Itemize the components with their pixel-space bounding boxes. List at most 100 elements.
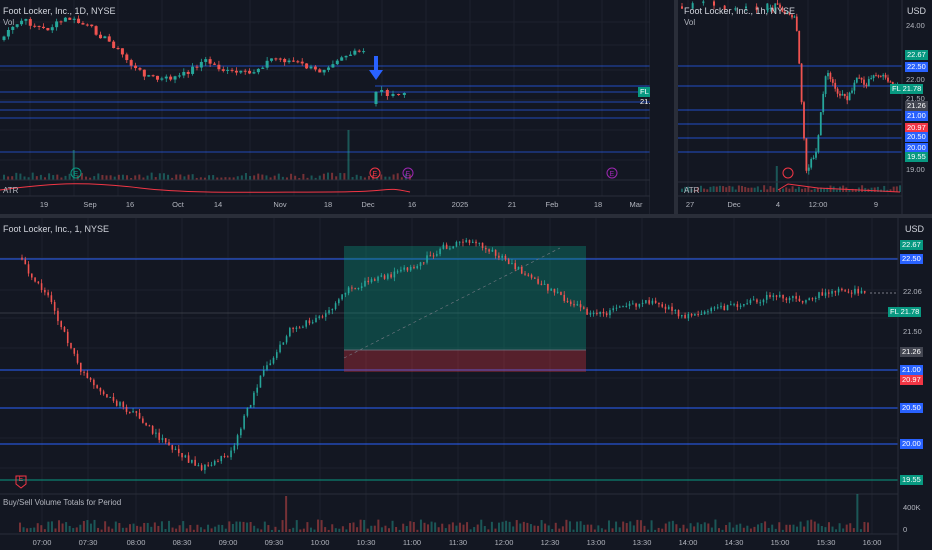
candle-body xyxy=(396,271,399,273)
volume-bar xyxy=(33,527,36,532)
volume-bar xyxy=(682,524,685,532)
candle-body xyxy=(226,456,229,458)
candle-body xyxy=(733,304,735,306)
candle-body xyxy=(560,291,562,295)
volume-bar xyxy=(522,521,525,532)
candle-body xyxy=(186,71,190,74)
candle-body xyxy=(99,387,102,392)
candle-body xyxy=(723,305,726,311)
candle-body xyxy=(449,248,451,250)
volume-bar xyxy=(238,521,241,532)
volume-bar xyxy=(817,523,820,532)
volume-bar xyxy=(359,519,362,532)
volume-bar xyxy=(273,175,276,180)
daily-chart-canvas[interactable]: EEEE xyxy=(0,0,650,214)
candle-body xyxy=(199,61,203,68)
candle-body xyxy=(208,59,212,64)
volume-bar xyxy=(277,173,280,180)
candle-body xyxy=(628,303,631,307)
volume-bar xyxy=(179,174,182,180)
volume-bar xyxy=(441,523,444,532)
volume-bar xyxy=(31,172,34,180)
candle-body xyxy=(860,290,863,294)
candle-body xyxy=(793,16,796,18)
symbol-price: 21.83 xyxy=(640,97,650,106)
candle-body xyxy=(814,297,817,299)
volume-bar xyxy=(93,519,96,532)
volume-bar xyxy=(310,175,313,180)
candle-body xyxy=(690,314,693,316)
candle-body xyxy=(828,292,830,294)
candle-body xyxy=(478,242,481,244)
intraday-chart-pane[interactable]: Foot Locker, Inc., 1, NYSE Buy/Sell Volu… xyxy=(0,218,932,550)
volume-bar xyxy=(764,521,767,532)
candle-body xyxy=(710,307,713,312)
candle-body xyxy=(204,464,206,471)
candle-body xyxy=(863,290,866,293)
candle-body xyxy=(841,94,844,96)
intraday-currency[interactable]: USD xyxy=(905,224,924,234)
symbol-price: 21.78 xyxy=(900,307,920,316)
volume-bar xyxy=(125,527,128,532)
volume-bar xyxy=(741,185,744,192)
candle-body xyxy=(181,452,183,458)
candle-body xyxy=(253,392,255,405)
volume-bar xyxy=(788,188,791,192)
intraday-chart-canvas[interactable] xyxy=(0,218,932,550)
volume-bar xyxy=(526,522,529,532)
candle-body xyxy=(220,455,223,462)
symbol-price: 21.78 xyxy=(902,84,922,93)
volume-bar xyxy=(792,524,795,532)
symbol: FL xyxy=(892,84,901,93)
volume-bar xyxy=(835,529,838,532)
volume-bar xyxy=(863,521,866,532)
candle-body xyxy=(815,151,817,158)
hourly-price-tag: 21.26 xyxy=(905,101,928,111)
volume-bar xyxy=(274,526,277,532)
candle-body xyxy=(870,78,873,80)
hourly-chart-pane[interactable]: Foot Locker, Inc., 1h, NYSE Vol ATR USD … xyxy=(678,0,932,214)
volume-bar xyxy=(388,528,391,532)
volume-bar xyxy=(345,529,348,532)
volume-bar xyxy=(97,527,100,532)
candle-body xyxy=(173,76,177,80)
volume-bar xyxy=(747,187,750,192)
candle-body xyxy=(76,353,79,363)
intraday-time-label: 10:30 xyxy=(356,538,376,547)
candle-body xyxy=(854,288,856,294)
volume-bar xyxy=(842,528,845,532)
candle-body xyxy=(164,438,167,443)
candle-body xyxy=(60,321,62,328)
candle-body xyxy=(116,48,120,50)
daily-chart-pane[interactable]: E E E E Foot Locker, Inc., 1D, NYSE Vol ATR… xyxy=(0,0,650,214)
volume-bar xyxy=(157,525,160,532)
hourly-currency[interactable]: USD xyxy=(907,6,926,16)
volume-bar xyxy=(104,521,107,532)
hourly-price-tag: 21.00 xyxy=(905,111,928,121)
candle-body xyxy=(831,79,834,83)
volume-bar xyxy=(611,528,614,532)
hourly-chart-canvas[interactable] xyxy=(678,0,932,214)
candle-body xyxy=(66,331,69,344)
candle-body xyxy=(839,93,841,96)
volume-bar xyxy=(302,528,305,532)
volume-bar xyxy=(756,186,759,192)
volume-bar xyxy=(294,175,297,180)
volume-bar xyxy=(160,521,163,532)
volume-bar xyxy=(270,529,273,532)
daily-time-label: Feb xyxy=(545,200,559,209)
volume-bar xyxy=(338,528,341,532)
candle-body xyxy=(875,75,877,77)
volume-bar xyxy=(615,521,618,532)
candle-body xyxy=(63,17,67,22)
candle-body xyxy=(200,465,203,471)
volume-bar xyxy=(728,522,731,532)
volume-bar xyxy=(824,527,827,532)
volume-bar xyxy=(356,527,359,532)
daily-time-label: 19 xyxy=(39,200,49,209)
candle-body xyxy=(511,263,513,265)
candle-body xyxy=(120,48,124,55)
candle-body xyxy=(736,304,739,307)
candle-body xyxy=(635,303,637,307)
volume-bar xyxy=(706,189,709,192)
